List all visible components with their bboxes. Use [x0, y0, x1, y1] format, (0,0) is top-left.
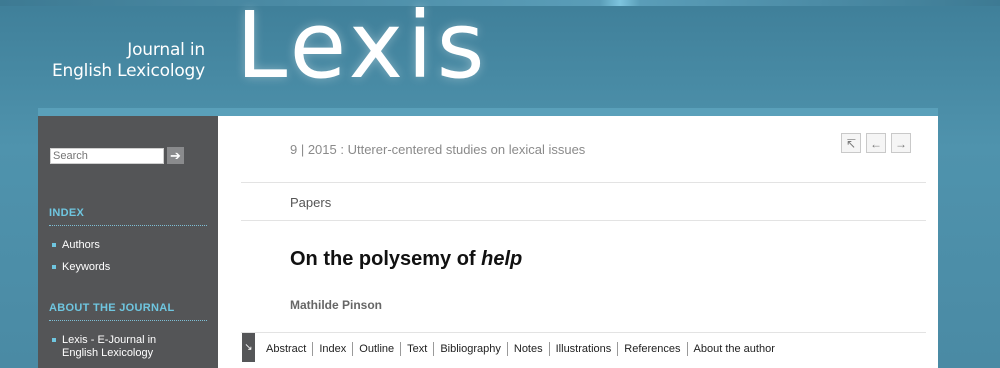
- sidebar-item-about-lexis[interactable]: Lexis - E-Journal in English Lexicology: [62, 334, 156, 360]
- toc-illustrations[interactable]: Illustrations: [548, 342, 618, 356]
- header-top-glow: [0, 0, 1000, 6]
- divider: [241, 182, 926, 183]
- toc-bibliography[interactable]: Bibliography: [433, 342, 507, 356]
- content-frame-top-bar: [38, 108, 938, 116]
- toc-text[interactable]: Text: [400, 342, 433, 356]
- sidebar-item-authors[interactable]: Authors: [62, 239, 100, 252]
- article-title-text: On the polysemy of: [290, 248, 482, 270]
- article-title-italic: help: [481, 248, 523, 270]
- search-input[interactable]: [50, 148, 164, 164]
- toc-index[interactable]: Index: [312, 342, 352, 356]
- divider: [241, 332, 926, 333]
- sidebar: ➔ INDEX Authors Keywords ABOUT THE JOURN…: [38, 116, 218, 368]
- site-logo[interactable]: Lexis: [236, 0, 489, 99]
- divider: [241, 220, 926, 221]
- toc-notes[interactable]: Notes: [506, 342, 549, 356]
- toc-outline[interactable]: Outline: [352, 342, 400, 356]
- nav-next-button[interactable]: →: [891, 133, 911, 153]
- bullet-icon: [52, 338, 56, 342]
- journal-subtitle: Journal in English Lexicology: [52, 40, 205, 82]
- sidebar-item-label: English Lexicology: [62, 347, 154, 359]
- toc-references[interactable]: References: [617, 342, 686, 356]
- arrow-right-icon: ➔: [170, 148, 181, 163]
- sidebar-item-keywords[interactable]: Keywords: [62, 261, 110, 274]
- arrow-left-icon: ←: [870, 137, 882, 151]
- nav-previous-button[interactable]: ←: [866, 133, 886, 153]
- article-title: On the polysemy of help: [290, 248, 522, 271]
- sidebar-divider: [49, 320, 207, 321]
- arrow-up-left-icon: ↸: [845, 137, 857, 151]
- issue-breadcrumb[interactable]: 9 | 2015 : Utterer-centered studies on l…: [290, 142, 585, 157]
- journal-subtitle-line2: English Lexicology: [51, 61, 205, 81]
- article-author[interactable]: Mathilde Pinson: [290, 298, 382, 312]
- section-label[interactable]: Papers: [290, 195, 331, 210]
- toc-about-author[interactable]: About the author: [686, 342, 781, 356]
- search-submit-button[interactable]: ➔: [167, 147, 184, 164]
- article-toc: Abstract Index Outline Text Bibliography…: [260, 342, 781, 356]
- sidebar-heading-about: ABOUT THE JOURNAL: [49, 302, 175, 314]
- journal-subtitle-line1: Journal in: [127, 40, 205, 60]
- bullet-icon: [52, 243, 56, 247]
- nav-up-button[interactable]: ↸: [841, 133, 861, 153]
- toc-arrow-icon[interactable]: ↘: [242, 333, 255, 362]
- toc-abstract[interactable]: Abstract: [260, 342, 312, 356]
- sidebar-item-label: Lexis - E-Journal in: [62, 334, 157, 346]
- sidebar-divider: [49, 225, 207, 226]
- arrow-right-icon: →: [895, 137, 907, 151]
- sidebar-heading-index: INDEX: [49, 207, 85, 219]
- bullet-icon: [52, 265, 56, 269]
